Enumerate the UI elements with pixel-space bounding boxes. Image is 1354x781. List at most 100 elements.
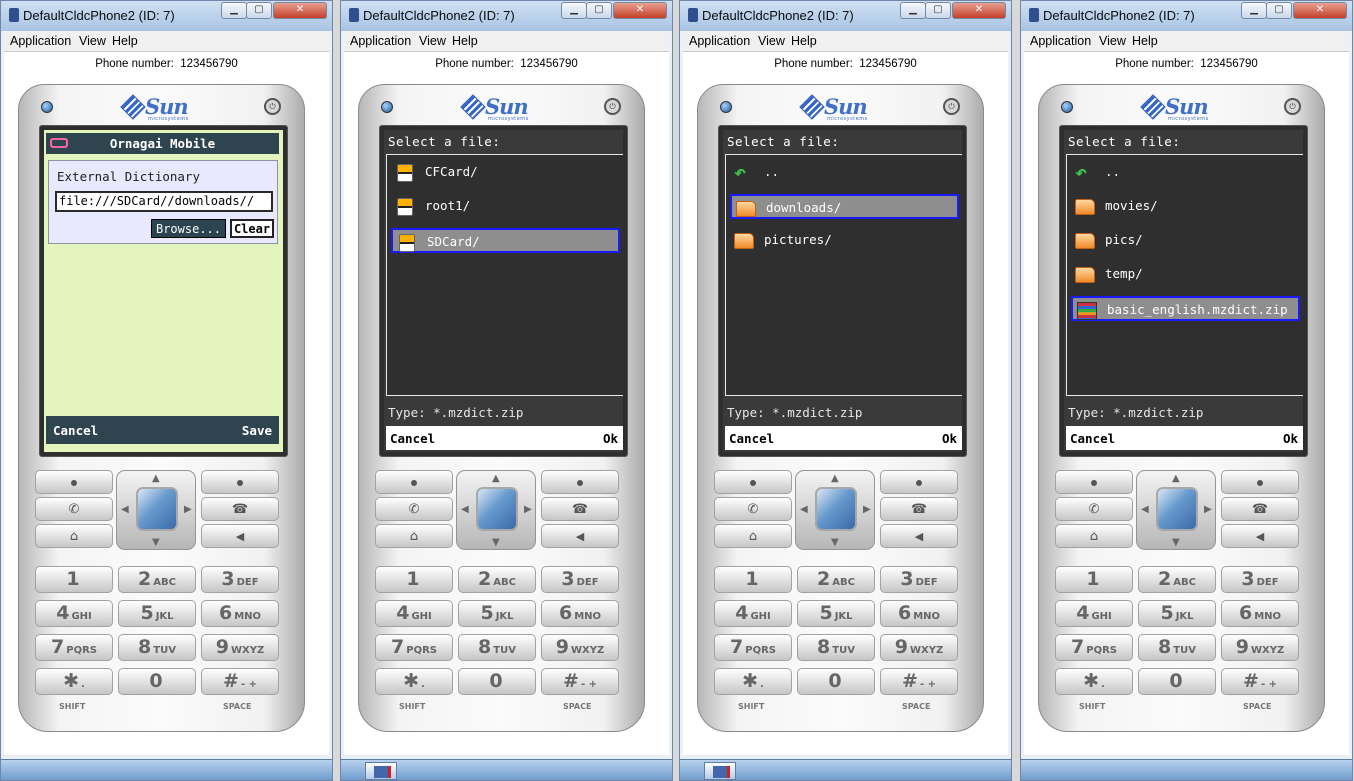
softkey-ok[interactable]: Ok [942, 431, 957, 446]
close-button[interactable]: ✕ [1293, 2, 1347, 19]
file-list-item[interactable]: pics/ [1071, 228, 1300, 253]
keypad-key-2[interactable]: 3 DEF [541, 566, 619, 593]
keypad-key-8[interactable]: 9 WXYZ [880, 634, 958, 661]
maximize-button[interactable]: ▢ [1266, 2, 1292, 19]
keypad-key-9[interactable]: ✱. [714, 668, 792, 695]
call-button[interactable]: ✆ [1055, 497, 1133, 521]
menu-view[interactable]: View [758, 34, 785, 48]
right-softkey-button[interactable] [1221, 470, 1299, 494]
file-list-item[interactable]: ↶ .. [1071, 160, 1300, 185]
keypad-key-8[interactable]: 9 WXYZ [1221, 634, 1299, 661]
menu-help[interactable]: Help [791, 34, 817, 48]
keypad-key-7[interactable]: 8 TUV [118, 634, 196, 661]
back-button[interactable]: ◀ [541, 524, 619, 548]
menu-application[interactable]: Application [350, 34, 411, 48]
left-arrow-icon[interactable]: ◀ [1141, 504, 1149, 515]
file-list-item[interactable]: root1/ [391, 194, 620, 219]
phone-display[interactable]: Select a file: CFCard/ root1/ SDCard/ Ty… [384, 130, 623, 452]
keypad-key-9[interactable]: ✱. [35, 668, 113, 695]
file-list-item[interactable]: temp/ [1071, 262, 1300, 287]
phone-display[interactable]: Select a file: ↶ .. movies/ pics/ temp/ [1064, 130, 1303, 452]
window-titlebar[interactable]: DefaultCldcPhone2 (ID: 7) ▁ ▢ ✕ [1, 1, 332, 31]
softkey-ok[interactable]: Ok [1283, 431, 1298, 446]
keypad-key-1[interactable]: 2 ABC [797, 566, 875, 593]
file-list[interactable]: ↶ .. downloads/ pictures/ [725, 154, 962, 396]
keypad-key-7[interactable]: 8 TUV [458, 634, 536, 661]
keypad-key-2[interactable]: 3 DEF [880, 566, 958, 593]
keypad-key-3[interactable]: 4 GHI [375, 600, 453, 627]
keypad-key-2[interactable]: 3 DEF [201, 566, 279, 593]
left-softkey-button[interactable] [714, 470, 792, 494]
right-arrow-icon[interactable]: ▶ [1204, 504, 1212, 515]
softkey-cancel[interactable]: Cancel [1070, 431, 1115, 446]
keypad-key-11[interactable]: # - + [201, 668, 279, 695]
up-arrow-icon[interactable]: ▲ [152, 473, 160, 484]
keypad-key-4[interactable]: 5 JKL [1138, 600, 1216, 627]
maximize-button[interactable]: ▢ [586, 2, 612, 19]
keypad-key-5[interactable]: 6 MNO [201, 600, 279, 627]
minimize-button[interactable]: ▁ [1241, 2, 1267, 19]
home-button[interactable]: ⌂ [35, 524, 113, 548]
keypad-key-11[interactable]: # - + [880, 668, 958, 695]
right-softkey-button[interactable] [201, 470, 279, 494]
home-button[interactable]: ⌂ [375, 524, 453, 548]
keypad-key-9[interactable]: ✱. [375, 668, 453, 695]
right-arrow-icon[interactable]: ▶ [524, 504, 532, 515]
left-softkey-button[interactable] [35, 470, 113, 494]
menu-view[interactable]: View [1099, 34, 1126, 48]
softkey-cancel[interactable]: Cancel [729, 431, 774, 446]
end-call-button[interactable]: ☎ [1221, 497, 1299, 521]
softkey-cancel[interactable]: Cancel [390, 431, 435, 446]
minimize-button[interactable]: ▁ [900, 2, 926, 19]
window-titlebar[interactable]: DefaultCldcPhone2 (ID: 7) ▁ ▢ ✕ [680, 1, 1011, 31]
keypad-key-11[interactable]: # - + [1221, 668, 1299, 695]
keypad-key-4[interactable]: 5 JKL [118, 600, 196, 627]
phone-display[interactable]: Select a file: ↶ .. downloads/ pictures/… [723, 130, 962, 452]
back-button[interactable]: ◀ [880, 524, 958, 548]
softkey-cancel[interactable]: Cancel [53, 423, 98, 438]
minimize-button[interactable]: ▁ [221, 2, 247, 19]
back-button[interactable]: ◀ [201, 524, 279, 548]
keypad-key-0[interactable]: 1 [714, 566, 792, 593]
maximize-button[interactable]: ▢ [246, 2, 272, 19]
down-arrow-icon[interactable]: ▼ [492, 537, 500, 548]
power-icon[interactable]: ⏻ [943, 98, 960, 115]
file-list-item[interactable]: CFCard/ [391, 160, 620, 185]
up-arrow-icon[interactable]: ▲ [831, 473, 839, 484]
file-list[interactable]: CFCard/ root1/ SDCard/ [386, 154, 623, 396]
keypad-key-0[interactable]: 1 [1055, 566, 1133, 593]
left-arrow-icon[interactable]: ◀ [800, 504, 808, 515]
down-arrow-icon[interactable]: ▼ [152, 537, 160, 548]
keypad-key-5[interactable]: 6 MNO [541, 600, 619, 627]
file-list-item[interactable]: movies/ [1071, 194, 1300, 219]
keypad-key-10[interactable]: 0 [1138, 668, 1216, 695]
power-icon[interactable]: ⏻ [264, 98, 281, 115]
left-arrow-icon[interactable]: ◀ [461, 504, 469, 515]
menu-help[interactable]: Help [112, 34, 138, 48]
up-arrow-icon[interactable]: ▲ [492, 473, 500, 484]
keypad-key-10[interactable]: 0 [797, 668, 875, 695]
file-list[interactable]: ↶ .. movies/ pics/ temp/ basic_english.m… [1066, 154, 1303, 396]
select-button[interactable] [1156, 487, 1198, 531]
end-call-button[interactable]: ☎ [880, 497, 958, 521]
file-list-item[interactable]: ↶ .. [730, 160, 959, 185]
navigation-pad[interactable]: ▲ ▼ ◀ ▶ [1136, 470, 1216, 550]
right-softkey-button[interactable] [880, 470, 958, 494]
keypad-key-3[interactable]: 4 GHI [714, 600, 792, 627]
keypad-key-9[interactable]: ✱. [1055, 668, 1133, 695]
down-arrow-icon[interactable]: ▼ [1172, 537, 1180, 548]
file-list-item[interactable]: pictures/ [730, 228, 959, 253]
keypad-key-2[interactable]: 3 DEF [1221, 566, 1299, 593]
keypad-key-6[interactable]: 7 PQRS [714, 634, 792, 661]
up-arrow-icon[interactable]: ▲ [1172, 473, 1180, 484]
keypad-key-3[interactable]: 4 GHI [35, 600, 113, 627]
keypad-key-0[interactable]: 1 [35, 566, 113, 593]
navigation-pad[interactable]: ▲ ▼ ◀ ▶ [116, 470, 196, 550]
keypad-key-1[interactable]: 2 ABC [118, 566, 196, 593]
left-softkey-button[interactable] [375, 470, 453, 494]
power-icon[interactable]: ⏻ [1284, 98, 1301, 115]
home-button[interactable]: ⌂ [1055, 524, 1133, 548]
file-list-item[interactable]: SDCard/ [391, 228, 620, 253]
power-icon[interactable]: ⏻ [604, 98, 621, 115]
keypad-key-5[interactable]: 6 MNO [1221, 600, 1299, 627]
